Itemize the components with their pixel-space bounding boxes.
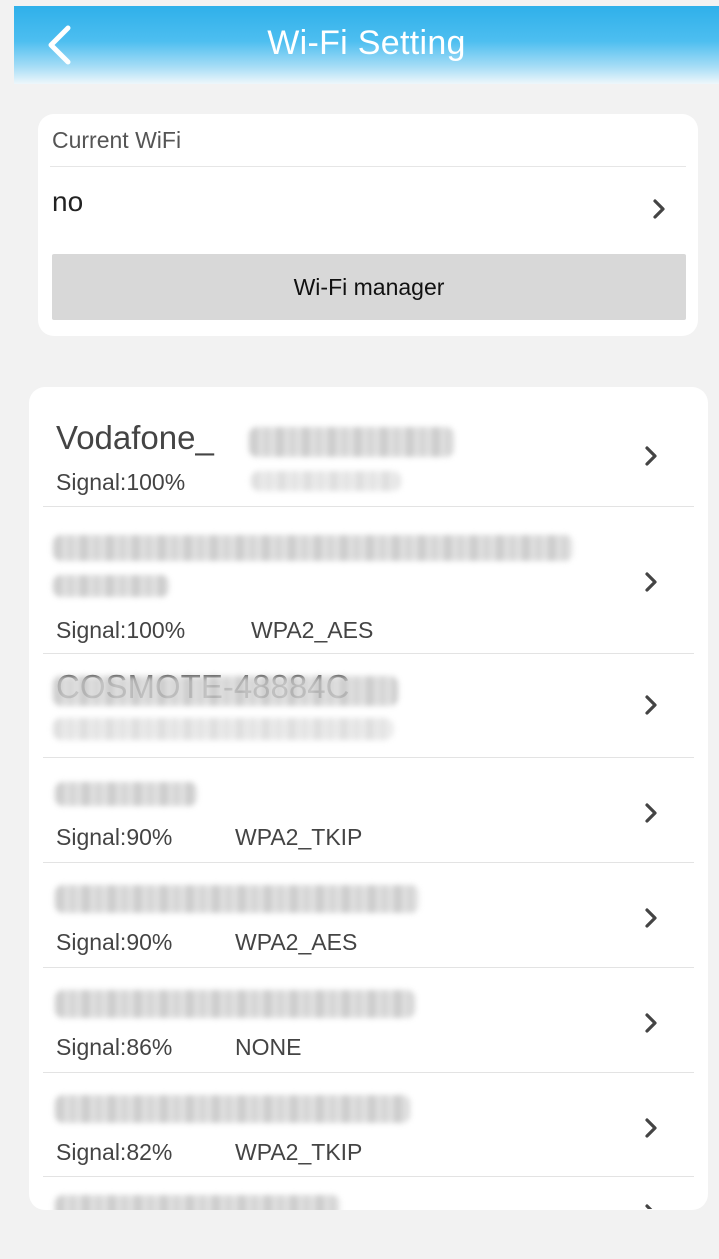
redacted-signal (53, 718, 393, 740)
redacted-name (53, 575, 169, 597)
network-security: WPA2_TKIP (235, 1139, 363, 1165)
chevron-right-icon (644, 571, 658, 593)
chevron-right-icon (644, 445, 658, 467)
redacted-name (55, 990, 415, 1018)
page-title: Wi-Fi Setting (267, 24, 466, 62)
network-item[interactable]: COSMOTE-48884C (29, 654, 708, 758)
current-wifi-label: Current WiFi (52, 127, 182, 153)
network-signal: Signal:90% (56, 929, 173, 955)
network-item[interactable]: Signal:90% WPA2_TKIP (29, 758, 708, 863)
chevron-right-icon (644, 1203, 658, 1209)
app-header: Wi-Fi Setting (14, 6, 719, 84)
network-item[interactable] (29, 1177, 708, 1210)
network-security: WPA2_AES (235, 929, 358, 955)
current-wifi-card: Current WiFi no Wi-Fi manager (38, 114, 698, 336)
divider (50, 166, 686, 167)
current-wifi-value: no (52, 186, 84, 217)
chevron-right-icon (644, 802, 658, 824)
network-signal: Signal:86% (56, 1034, 173, 1060)
network-signal: Signal:90% (56, 824, 173, 850)
network-item[interactable]: Signal:90% WPA2_AES (29, 863, 708, 968)
redacted-name (55, 782, 197, 806)
redacted-security (251, 471, 401, 491)
network-item[interactable]: Vodafone_ Signal:100% (29, 387, 708, 507)
chevron-right-icon (644, 1117, 658, 1139)
network-name: Vodafone_ (56, 419, 214, 456)
current-wifi-row[interactable]: no (38, 168, 698, 258)
network-security: NONE (235, 1034, 302, 1060)
network-item[interactable]: Signal:86% NONE (29, 968, 708, 1073)
network-security: WPA2_AES (251, 617, 374, 643)
redacted-name (55, 1095, 410, 1123)
chevron-right-icon (652, 198, 666, 220)
network-item[interactable]: Signal:82% WPA2_TKIP (29, 1073, 708, 1177)
network-signal: Signal:82% (56, 1139, 173, 1165)
network-signal: Signal:100% (56, 469, 186, 495)
redacted-name (53, 535, 573, 561)
network-security: WPA2_TKIP (235, 824, 363, 850)
network-item[interactable]: Signal:100% WPA2_AES (29, 507, 708, 654)
chevron-right-icon (644, 1012, 658, 1034)
redacted-name (249, 427, 454, 457)
redacted-name (55, 885, 419, 913)
network-list: Vodafone_ Signal:100% Signal:100% WPA2_A… (29, 387, 708, 1210)
network-signal: Signal:100% (56, 617, 186, 643)
chevron-right-icon (644, 694, 658, 716)
wifi-manager-button[interactable]: Wi-Fi manager (52, 254, 686, 320)
redacted-name (53, 676, 398, 706)
chevron-right-icon (644, 907, 658, 929)
redacted-name (55, 1195, 340, 1210)
